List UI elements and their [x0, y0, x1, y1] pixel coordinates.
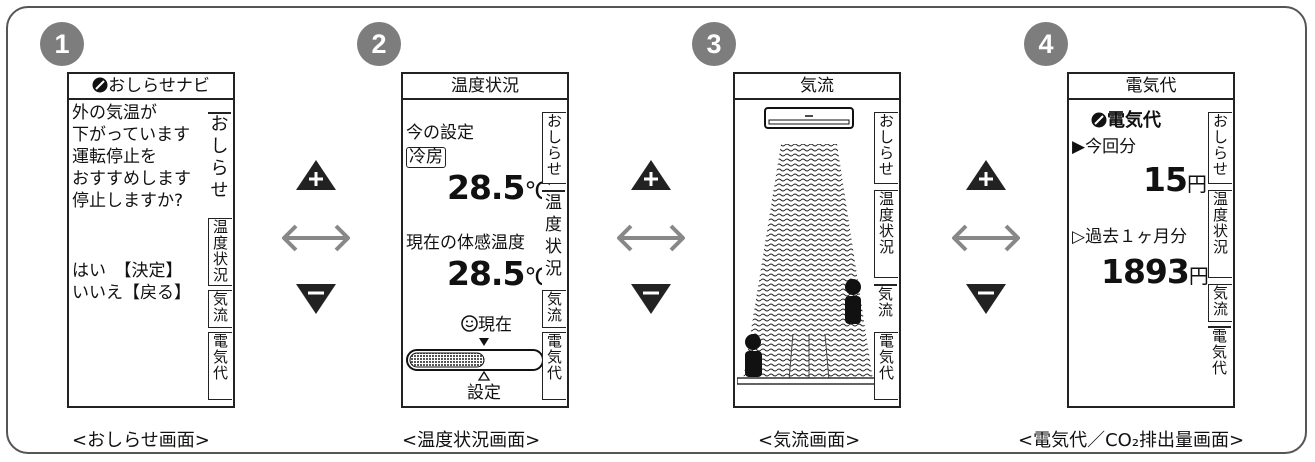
caption-electricity: <電気代／CO₂排出量画面> — [1018, 430, 1245, 451]
feel-label: 現在の体感温度 — [406, 233, 525, 253]
airflow-screen: 気流 おしらせ 温度状況 気流 電気代 — [733, 72, 901, 408]
down-triangle-minus-icon — [296, 284, 336, 314]
up-triangle-plus-icon — [296, 160, 336, 190]
tab-electricity: 電気代 — [208, 332, 232, 400]
notice-line: おすすめします — [72, 169, 191, 189]
tab-airflow: 気流 — [208, 290, 232, 328]
nav-connector-3 — [946, 160, 1026, 324]
navi-leaf-icon — [1091, 112, 1107, 128]
person-icon — [845, 279, 861, 324]
step-badge-4: 4 — [1024, 22, 1068, 66]
past-cost-unit: 円 — [1188, 264, 1209, 288]
tab-electricity: 電気代 — [1208, 326, 1231, 400]
option-no: いいえ【戻る】 — [72, 283, 191, 303]
now-marker-label: 現在 — [461, 314, 512, 336]
double-arrow-icon — [617, 224, 685, 252]
navi-leaf-icon — [92, 77, 108, 93]
thermometer-gauge — [406, 338, 544, 381]
temperature-title: 温度状況 — [403, 74, 567, 100]
step-badge-3: 3 — [692, 22, 736, 66]
tab-temperature: 温度状況 — [208, 218, 232, 286]
notice-line: 外の気温が — [72, 103, 157, 123]
mode-text: 冷房 — [406, 147, 446, 168]
notice-screen: おしらせナビ 外の気温が 下がっています 運転停止を おすすめします 停止します… — [67, 72, 235, 408]
mode-badge: 冷房 — [406, 146, 446, 168]
double-arrow-icon — [282, 224, 350, 252]
past-cost: 1893円 — [1101, 252, 1209, 291]
down-triangle-minus-icon — [631, 284, 671, 314]
set-temp-value: 28.5 — [447, 168, 525, 207]
person-icon — [745, 334, 762, 377]
tab-temperature: 温度状況 — [874, 190, 898, 278]
caption-airflow: <気流画面> — [758, 430, 861, 451]
notice-line: 下がっています — [72, 125, 191, 145]
step-badge-2: 2 — [357, 22, 401, 66]
caption-temperature: <温度状況画面> — [402, 430, 541, 451]
feel-temperature: 28.5℃ — [447, 254, 551, 293]
feel-temp-value: 28.5 — [447, 254, 525, 293]
side-tabs: おしらせ 温度状況 気流 電気代 — [542, 100, 567, 406]
side-tabs: おしらせ 温度状況 気流 電気代 — [874, 100, 899, 406]
side-tabs: おしらせ 温度状況 気流 電気代 — [1208, 100, 1233, 406]
electricity-heading-text: 電気代 — [1107, 110, 1161, 131]
set-temperature: 28.5℃ — [447, 168, 551, 207]
notice-message: 外の気温が 下がっています 運転停止を おすすめします 停止しますか? — [72, 102, 191, 212]
double-arrow-icon — [952, 224, 1020, 252]
side-tabs: おしらせ 温度状況 気流 電気代 — [208, 100, 233, 406]
electricity-title: 電気代 — [1069, 74, 1233, 100]
current-cost: 15円 — [1143, 160, 1207, 199]
step-badge-1: 1 — [40, 22, 84, 66]
airflow-title: 気流 — [735, 74, 899, 100]
tab-airflow: 気流 — [874, 284, 897, 328]
current-cost-unit: 円 — [1186, 172, 1207, 196]
tab-temperature: 温度状況 — [1208, 190, 1232, 278]
tab-temperature: 温度状況 — [542, 190, 565, 286]
current-label: ▶今回分 — [1072, 137, 1137, 157]
tab-airflow: 気流 — [1208, 284, 1232, 322]
up-triangle-plus-icon — [966, 160, 1006, 190]
tab-notice: おしらせ — [874, 112, 898, 184]
up-triangle-plus-icon — [631, 160, 671, 190]
nav-connector-2 — [611, 160, 691, 324]
smiley-icon — [461, 315, 478, 332]
notice-options: はい 【決定】 いいえ【戻る】 — [72, 260, 191, 304]
panel-title: おしらせナビ — [69, 74, 233, 100]
set-marker-label: 設定 — [467, 383, 501, 403]
tab-electricity: 電気代 — [542, 332, 566, 400]
past-cost-value: 1893 — [1101, 252, 1190, 291]
tab-notice: おしらせ — [542, 112, 566, 184]
tab-notice: おしらせ — [208, 112, 231, 212]
setting-label: 今の設定 — [406, 123, 474, 143]
airflow-illustration — [737, 107, 877, 385]
tab-airflow: 気流 — [542, 290, 566, 328]
notice-line: 停止しますか? — [72, 191, 184, 211]
notice-title: おしらせナビ — [108, 76, 210, 96]
notice-line: 運転停止を — [72, 147, 157, 167]
current-cost-value: 15 — [1143, 160, 1188, 199]
nav-connector-1 — [276, 160, 356, 324]
tab-electricity: 電気代 — [874, 332, 898, 400]
temperature-screen: 温度状況 今の設定 冷房 28.5℃ 現在の体感温度 28.5℃ 現在 設定 お… — [401, 72, 569, 408]
down-triangle-minus-icon — [966, 284, 1006, 314]
now-label: 現在 — [478, 315, 512, 335]
electricity-screen: 電気代 電気代 ▶今回分 15円 ▷過去１ヶ月分 1893円 おしらせ 温度状況… — [1067, 72, 1235, 408]
option-yes: はい 【決定】 — [72, 261, 183, 281]
past-label: ▷過去１ヶ月分 — [1072, 227, 1188, 247]
caption-notice: <おしらせ画面> — [72, 430, 210, 451]
electricity-heading: 電気代 — [1091, 110, 1161, 132]
tab-notice: おしらせ — [1208, 112, 1232, 184]
